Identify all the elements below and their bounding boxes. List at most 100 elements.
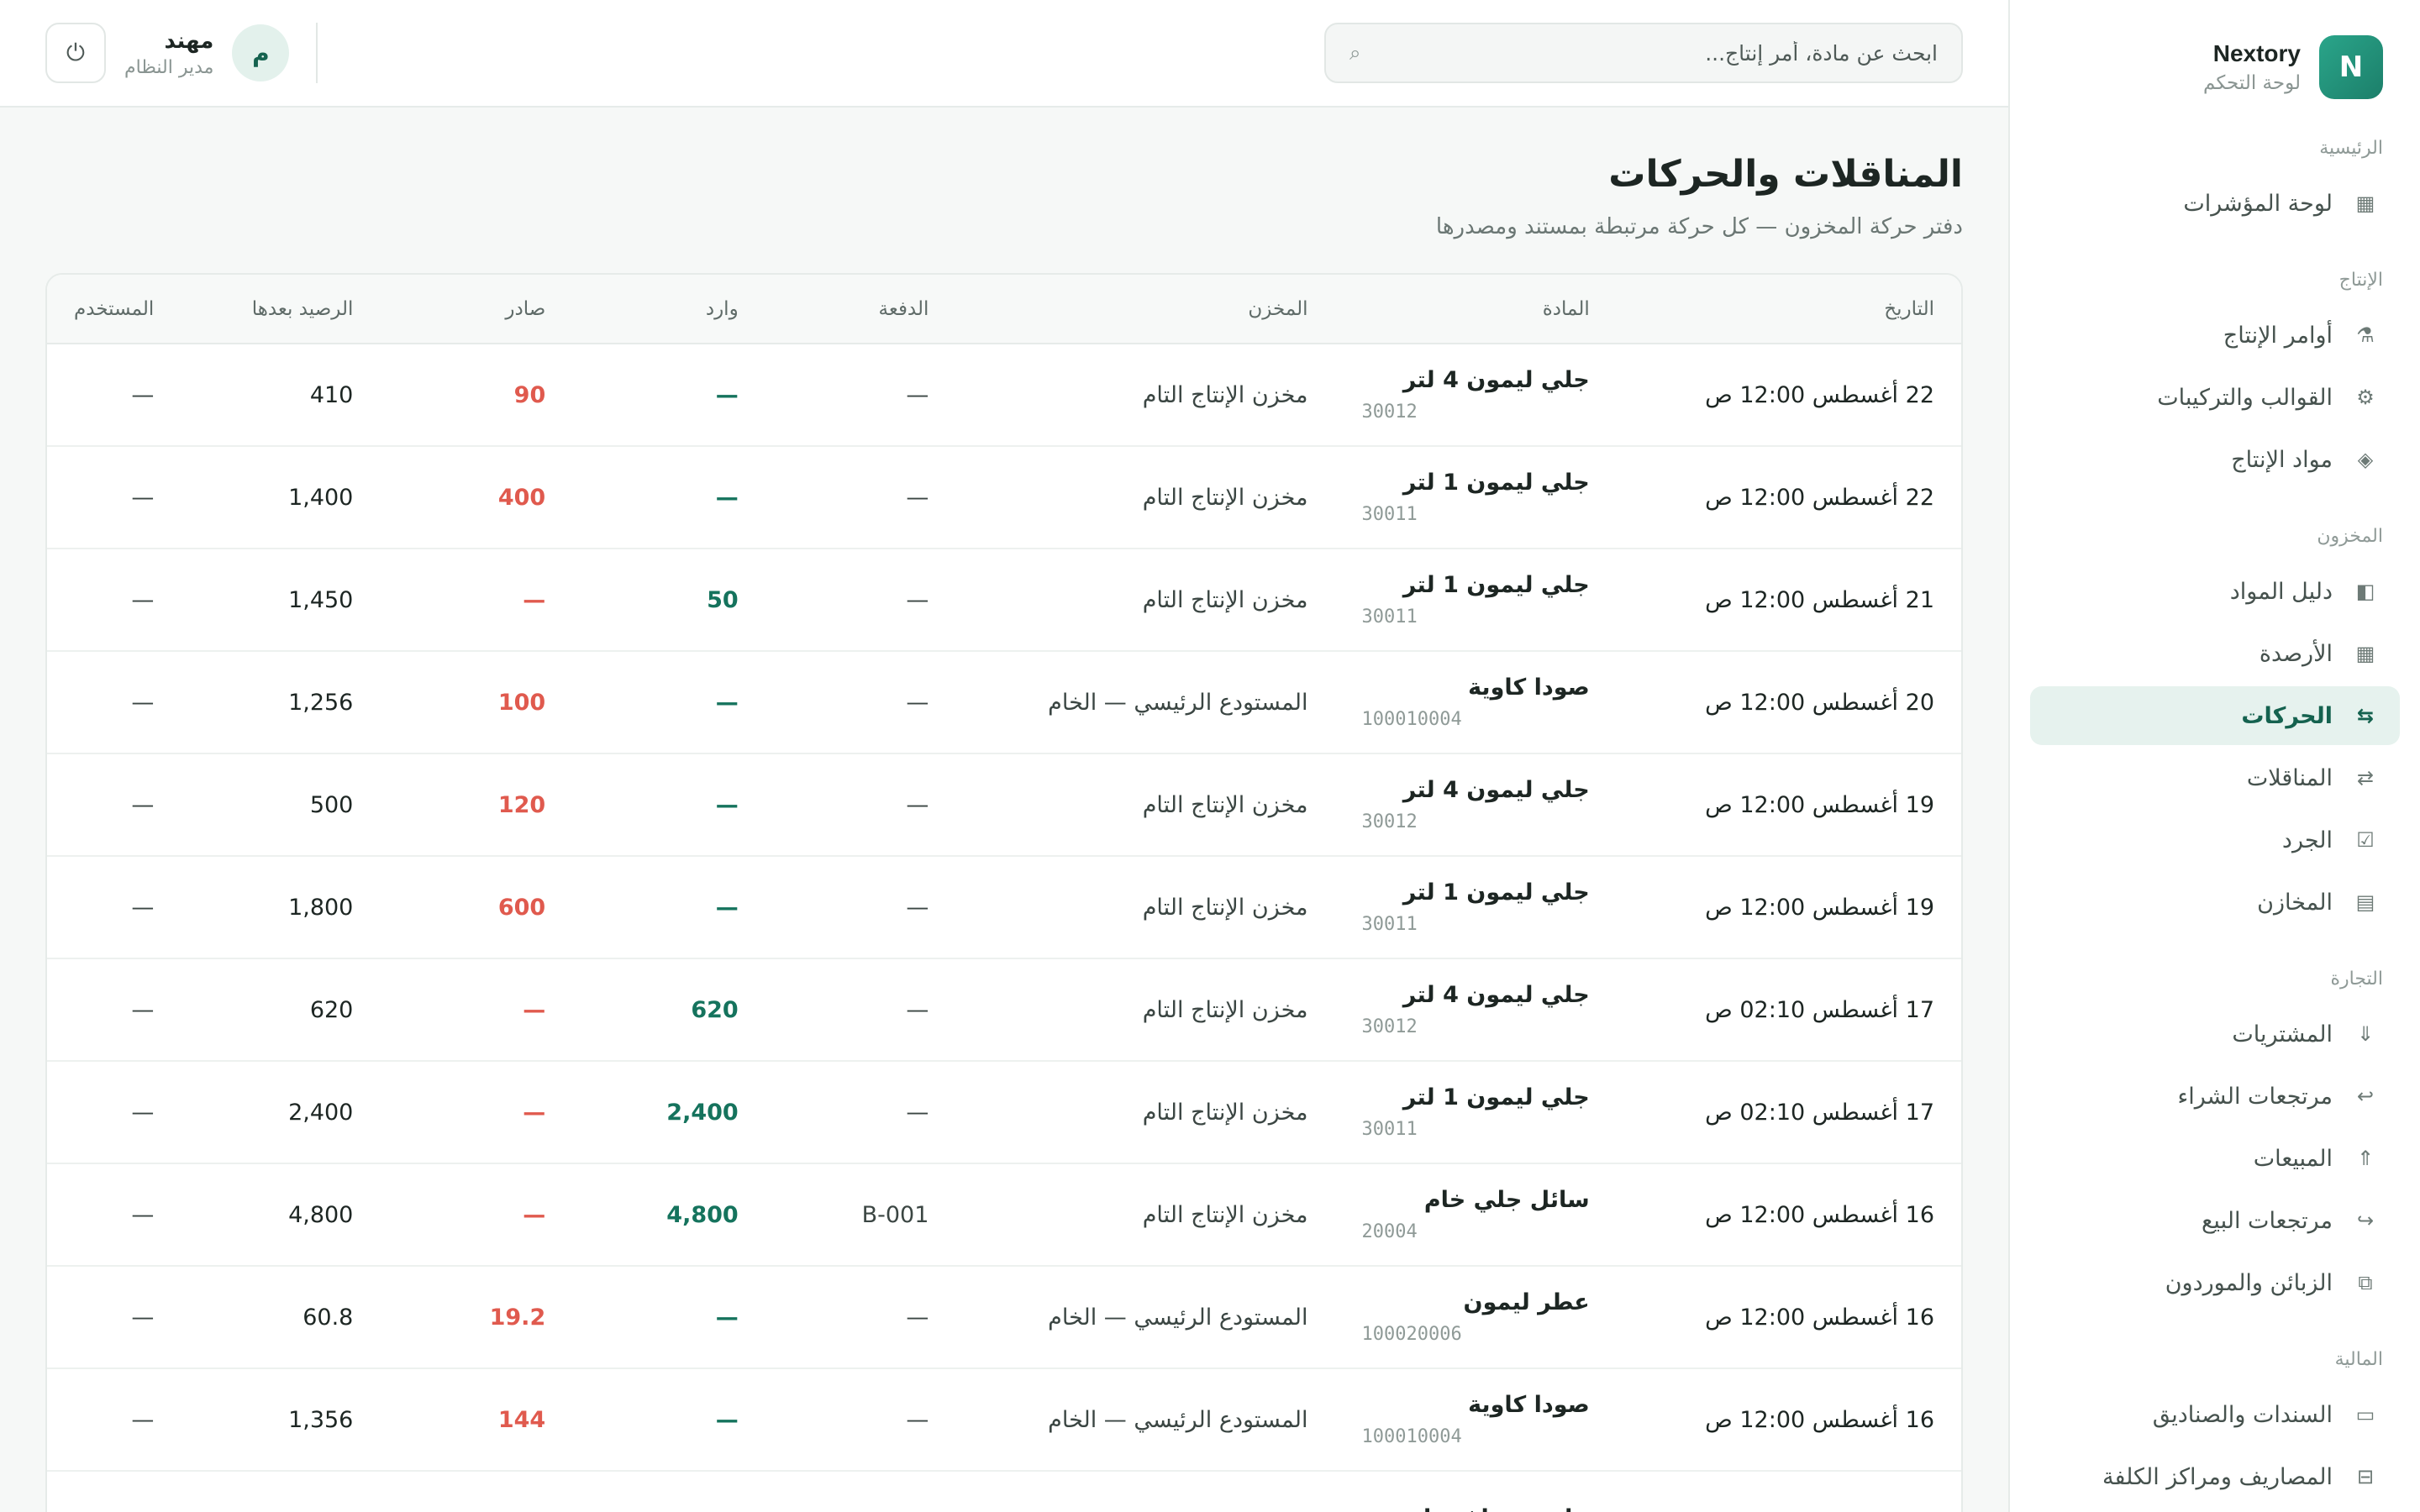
- item-name[interactable]: حامض سلفونيك: [1362, 1505, 1590, 1512]
- sidebar-item[interactable]: ⚗ أوامر الإنتاج: [2030, 306, 2400, 365]
- item-name[interactable]: جلي ليمون 4 لتر: [1362, 367, 1590, 393]
- cell-warehouse: [955, 1471, 1334, 1512]
- sidebar-item[interactable]: ▦ الأرصدة: [2030, 624, 2400, 683]
- diamond-icon: ◈: [2357, 448, 2374, 471]
- item-code: 30011: [1361, 504, 1418, 525]
- search-input[interactable]: [1374, 40, 1938, 66]
- table-row[interactable]: 22 أغسطس 12:00 ص جلي ليمون 4 لتر 30012 مخزن…: [47, 344, 1961, 446]
- redo-icon: ↪: [2356, 1209, 2375, 1232]
- header-batch[interactable]: الدفعة: [765, 275, 956, 344]
- sidebar-item[interactable]: ⧉ الزبائن والموردون: [2030, 1253, 2400, 1312]
- header-warehouse[interactable]: المخزن: [955, 275, 1335, 344]
- sidebar-item[interactable]: ⇆ الحركات: [2030, 686, 2400, 745]
- header-balance[interactable]: الرصيد بعدها: [181, 275, 381, 344]
- cell-in: —: [715, 1406, 739, 1433]
- logout-button[interactable]: ⏻: [45, 23, 106, 83]
- sidebar-item[interactable]: ▤ المخازن: [2030, 873, 2400, 932]
- cell-user: —: [131, 996, 155, 1023]
- table-row[interactable]: 17 أغسطس 02:10 ص جلي ليمون 1 لتر 30011 مخزن…: [47, 1061, 1961, 1163]
- nav-section-label: التجارة: [2330, 969, 2383, 990]
- table-row[interactable]: 16 أغسطس 12:00 ص صودا كاوية 100010004 المست…: [47, 1368, 1961, 1471]
- header-out[interactable]: صادر: [380, 275, 573, 344]
- item-name[interactable]: صودا كاوية: [1362, 675, 1590, 701]
- arrow-down-icon: ⇓: [2356, 1022, 2375, 1046]
- cell-user: —: [131, 586, 155, 613]
- item-code: 100020006: [1361, 1324, 1462, 1345]
- cell-balance: [181, 1471, 380, 1512]
- user-role: مدير النظام: [124, 56, 214, 78]
- sidebar-item-label: القوالب والتركيبات: [2157, 384, 2333, 411]
- cell-out: 100: [497, 689, 546, 716]
- header-user[interactable]: المستخدم: [47, 275, 182, 344]
- cell-warehouse: مخزن الإنتاج التام: [1142, 894, 1308, 921]
- return-icon: ↩: [2356, 1084, 2375, 1108]
- avatar[interactable]: م: [232, 24, 290, 81]
- table-row[interactable]: 19 أغسطس 12:00 ص جلي ليمون 1 لتر 30011 مخزن…: [47, 856, 1961, 958]
- cell-item: جلي ليمون 1 لتر 30011: [1335, 856, 1617, 958]
- item-name[interactable]: جلي ليمون 1 لتر: [1362, 879, 1590, 906]
- sidebar-item[interactable]: ⇄ المناقلات: [2030, 748, 2400, 807]
- sidebar-item[interactable]: ↩ مرتجعات الشراء: [2030, 1067, 2400, 1126]
- header-in[interactable]: وارد: [572, 275, 765, 344]
- sidebar-item[interactable]: ⚙ القوالب والتركيبات: [2030, 368, 2400, 427]
- sidebar-item[interactable]: ↪ مرتجعات البيع: [2030, 1191, 2400, 1250]
- cell-item: جلي ليمون 4 لتر 30012: [1335, 344, 1617, 446]
- header-item[interactable]: المادة: [1334, 275, 1617, 344]
- topbar-divider: [316, 23, 318, 83]
- sidebar-item[interactable]: ⇓ المشتريات: [2030, 1005, 2400, 1063]
- cell-in: —: [715, 381, 739, 408]
- content: المناقلات والحركات دفتر حركة المخزون — ك…: [0, 108, 2008, 1512]
- search-box[interactable]: ⌕: [1324, 23, 1963, 83]
- item-code: 30012: [1361, 811, 1418, 832]
- sidebar-item-label: الجرد: [2281, 827, 2333, 853]
- item-name[interactable]: جلي ليمون 1 لتر: [1362, 1084, 1590, 1110]
- item-name[interactable]: جلي ليمون 4 لتر: [1362, 982, 1590, 1008]
- checkbox-icon: ☑: [2356, 828, 2375, 852]
- sidebar-item-label: الأرصدة: [2259, 640, 2333, 667]
- nav-section-label: الرئيسية: [2319, 138, 2383, 159]
- item-name[interactable]: جلي ليمون 1 لتر: [1362, 470, 1590, 496]
- brand-subtitle: لوحة التحكم: [2203, 72, 2301, 94]
- sidebar-item[interactable]: ⊟ المصاريف ومراكز الكلفة: [2030, 1447, 2400, 1506]
- arrow-up-icon: ⇑: [2356, 1147, 2375, 1170]
- brand-name: Nextory: [2212, 40, 2301, 66]
- cell-in: —: [715, 1304, 739, 1331]
- sidebar-nav: الرئيسية ▦ لوحة المؤشرات الإنتاج ⚗ أوامر الإن…: [2030, 138, 2400, 1506]
- cell-warehouse: مخزن الإنتاج التام: [1142, 996, 1308, 1023]
- table-row[interactable]: 19 أغسطس 12:00 ص جلي ليمون 4 لتر 30012 مخزن…: [47, 753, 1961, 856]
- table-header-row: التاريخ المادة المخزن الدفعة وارد صادر ا…: [47, 275, 1961, 344]
- cell-out: 144: [497, 1406, 546, 1433]
- table-row[interactable]: 20 أغسطس 12:00 ص صودا كاوية 100010004 المست…: [47, 651, 1961, 753]
- item-name[interactable]: صودا كاوية: [1362, 1392, 1590, 1418]
- sidebar-item-label: أوامر الإنتاج: [2223, 322, 2333, 349]
- sidebar-item[interactable]: ☑ الجرد: [2030, 811, 2400, 869]
- header-date[interactable]: التاريخ: [1616, 275, 1961, 344]
- cell-item: صودا كاوية 100010004: [1335, 651, 1617, 753]
- cell-user: —: [131, 381, 155, 408]
- cell-date: 17 أغسطس 02:10 ص: [1705, 996, 1934, 1023]
- item-name[interactable]: جلي ليمون 1 لتر: [1362, 572, 1590, 598]
- table-row[interactable]: 16 أغسطس 12:00 ص سائل جلي خام 20004 مخزن ال…: [47, 1163, 1961, 1266]
- table-row[interactable]: 21 أغسطس 12:00 ص جلي ليمون 1 لتر 30011 مخزن…: [47, 549, 1961, 651]
- item-name[interactable]: عطر ليمون: [1362, 1289, 1590, 1315]
- sidebar-item-label: المشتريات: [2232, 1021, 2333, 1047]
- gear-icon: ⚙: [2356, 386, 2375, 409]
- cell-out: 19.2: [489, 1304, 546, 1331]
- sidebar-item[interactable]: ▦ لوحة المؤشرات: [2030, 174, 2400, 233]
- item-name[interactable]: جلي ليمون 4 لتر: [1362, 777, 1590, 803]
- cell-date: 21 أغسطس 12:00 ص: [1705, 586, 1934, 613]
- sidebar-item[interactable]: ⇑ المبيعات: [2030, 1129, 2400, 1188]
- sidebar-item[interactable]: ◧ دليل المواد: [2030, 562, 2400, 621]
- table-row[interactable]: 22 أغسطس 12:00 ص جلي ليمون 1 لتر 30011 مخزن…: [47, 446, 1961, 549]
- sidebar-item[interactable]: ◈ مواد الإنتاج: [2030, 430, 2400, 489]
- cell-user: —: [131, 1201, 155, 1228]
- item-name[interactable]: سائل جلي خام: [1362, 1187, 1590, 1213]
- cell-date: 22 أغسطس 12:00 ص: [1705, 484, 1934, 511]
- cell-warehouse: المستودع الرئيسي — الخام: [1048, 1304, 1308, 1331]
- brand[interactable]: N Nextory لوحة التحكم: [2030, 34, 2400, 101]
- cell-out: 90: [513, 381, 546, 408]
- sidebar-item[interactable]: ▭ السندات والصناديق: [2030, 1385, 2400, 1444]
- table-row[interactable]: حامض سلفونيك: [47, 1471, 1961, 1512]
- table-row[interactable]: 16 أغسطس 12:00 ص عطر ليمون 100020006 المستو…: [47, 1266, 1961, 1368]
- table-row[interactable]: 17 أغسطس 02:10 ص جلي ليمون 4 لتر 30012 مخزن…: [47, 958, 1961, 1061]
